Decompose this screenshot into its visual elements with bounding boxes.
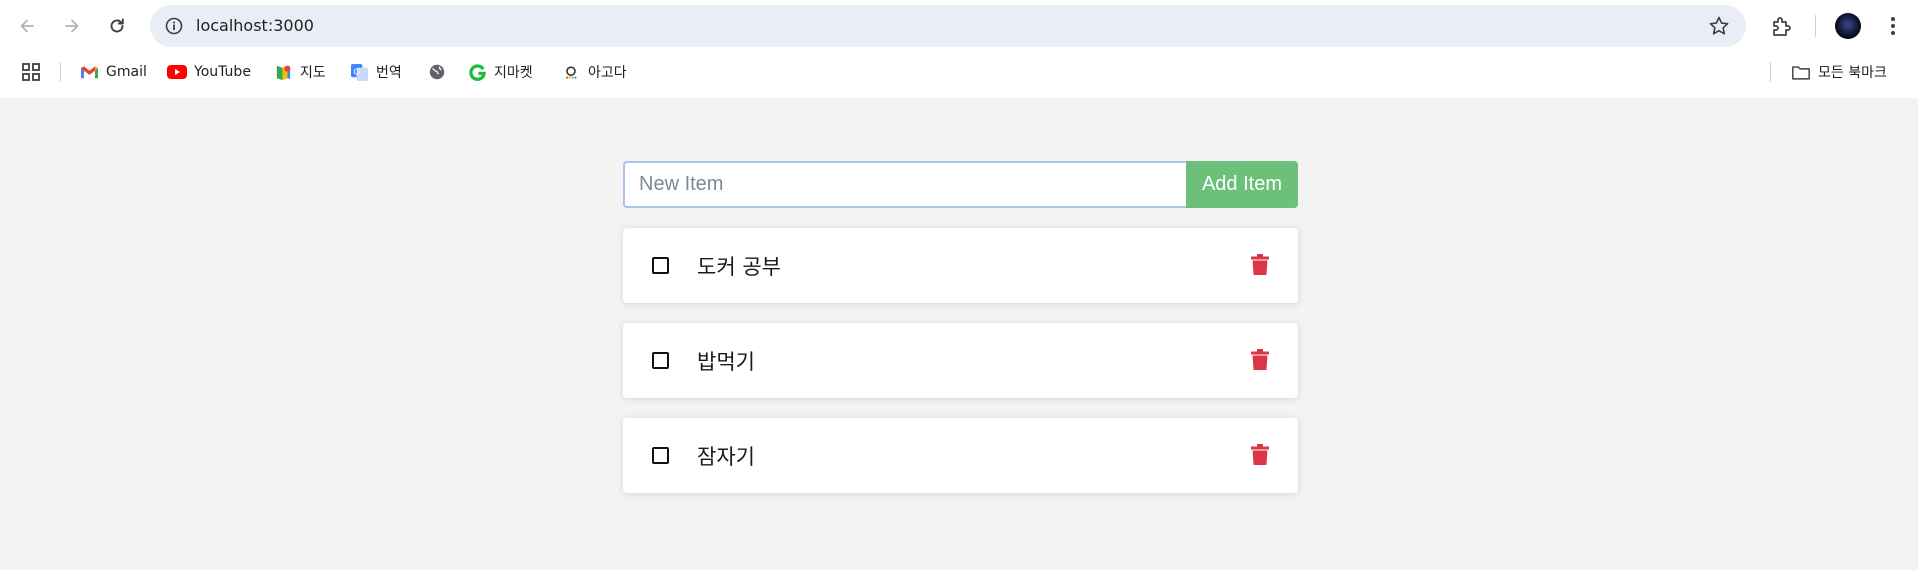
gmarket-icon [467,62,487,82]
trash-icon[interactable] [1251,254,1269,276]
bookmark-star-icon[interactable] [1708,15,1730,37]
toolbar-divider [1815,15,1816,37]
bookmarks-bar: Gmail YouTube 지도 G 번역 지마켓 아고다 모든 북마크 [0,52,1918,92]
agoda-icon [561,62,581,82]
svg-text:G: G [353,66,360,76]
todo-checkbox[interactable] [652,352,669,369]
profile-avatar[interactable] [1835,13,1861,39]
todo-list: 도커 공부 밥먹기 잠자기 [623,228,1298,513]
bookmark-gmarket[interactable]: 지마켓 [467,60,533,84]
browser-toolbar: localhost:3000 [0,0,1918,52]
trash-icon[interactable] [1251,444,1269,466]
bookmark-globe[interactable] [427,60,454,84]
todo-app: Add Item 도커 공부 밥먹기 잠자기 [623,161,1298,493]
todo-text: 잠자기 [697,445,755,469]
add-item-button[interactable]: Add Item [1186,161,1298,208]
todo-item: 잠자기 [623,418,1298,493]
new-item-input[interactable] [623,161,1186,208]
address-url: localhost:3000 [196,16,314,35]
todo-checkbox[interactable] [652,257,669,274]
todo-item: 밥먹기 [623,323,1298,398]
extensions-icon[interactable] [1769,13,1795,39]
bookmark-agoda[interactable]: 아고다 [561,60,627,84]
todo-checkbox[interactable] [652,447,669,464]
reload-icon [110,18,124,33]
forward-arrow-icon [65,19,79,33]
todo-text: 밥먹기 [697,350,755,374]
address-bar[interactable]: localhost:3000 [150,5,1746,47]
bookmark-youtube[interactable]: YouTube [167,60,251,84]
todo-item: 도커 공부 [623,228,1298,303]
trash-icon[interactable] [1251,349,1269,371]
all-bookmarks-folder[interactable]: 모든 북마크 [1791,60,1887,84]
more-menu-icon[interactable] [1880,13,1906,39]
bookmark-translate[interactable]: G 번역 [349,60,402,84]
add-item-row: Add Item [623,161,1298,208]
globe-icon [427,62,447,82]
youtube-icon [167,62,187,82]
back-arrow-icon [20,19,34,33]
bookmark-gmail[interactable]: Gmail [79,60,147,84]
reload-button[interactable] [99,8,135,44]
bookmarks-right-divider [1770,62,1771,82]
bookmarks-divider [60,62,61,82]
maps-icon [273,62,293,82]
forward-button[interactable] [54,8,90,44]
bookmark-maps[interactable]: 지도 [273,60,326,84]
folder-icon [1791,62,1811,82]
site-info-icon[interactable] [162,14,186,38]
browser-chrome: localhost:3000 Gmail YouTube 지도 G 번역 지마켓… [0,0,1918,98]
todo-text: 도커 공부 [697,255,781,279]
gmail-icon [79,62,99,82]
apps-grid-icon[interactable] [21,60,41,84]
back-button[interactable] [9,8,45,44]
translate-icon: G [349,62,369,82]
